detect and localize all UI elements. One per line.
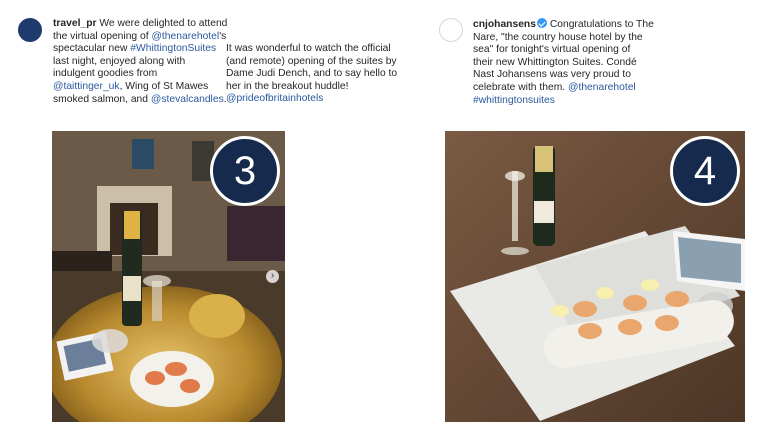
caption-link[interactable]: #whittingtonsuites [473,95,555,106]
post2-photo[interactable]: 4 [445,131,745,422]
caption-line: sea" for tonight's virtual opening of [473,44,673,57]
caption-text: spectacular new [53,43,131,55]
caption-text: the virtual opening of [53,30,152,42]
caption-text: sea" for tonight's virtual opening of [473,44,631,56]
caption-text: their new Whittington Suites. Condé [473,56,637,68]
caption-text: 's [219,30,227,42]
caption-line: #whittingtonsuites [473,95,673,108]
verified-badge-icon [536,18,547,28]
caption-line: indulgent goodies from [53,68,228,81]
caption-text: celebrate with them. [473,81,569,93]
caption-text: last night, enjoyed along with [53,55,186,67]
caption-text: Nare, "the country house hotel by the [473,31,643,43]
caption-line: smoked salmon, and @stevalcandles. [53,94,228,107]
post1-photo[interactable]: 3 › [52,131,285,422]
caption-text: We were delighted to attend [96,18,228,29]
post1-number-badge: 3 [210,136,280,206]
caption-line: last night, enjoyed along with [53,56,228,69]
caption-line: her in the breakout huddle! [226,81,411,94]
caption-line: their new Whittington Suites. Condé [473,57,673,70]
caption-line: Nast Johansens was very proud to [473,69,673,82]
caption-link[interactable]: @thenarehotel [568,82,636,93]
caption-text: Congratulations to The [546,19,654,30]
caption-text: Nast Johansens was very proud to [473,69,631,81]
caption-line: cnjohansens Congratulations to The [473,18,673,32]
post1-caption-col2: It was wonderful to watch the official (a… [226,43,411,106]
post2-number-badge: 4 [670,136,740,206]
cnjohansens-avatar[interactable] [439,18,463,42]
caption-line: Nare, "the country house hotel by the [473,32,673,45]
caption-line: spectacular new #WhittingtonSuites [53,43,228,56]
travel-pr-avatar[interactable] [18,18,42,42]
caption-line: Dame Judi Dench, and to say hello to [226,68,411,81]
caption-username[interactable]: travel_pr [53,18,97,29]
post2-caption: cnjohansens Congratulations to The Nare, … [473,18,673,107]
caption-text: smoked salmon, and [53,93,151,105]
caption-link[interactable]: @stevalcandles [151,94,224,105]
caption-line: @prideofbritainhotels [226,93,411,106]
caption-text: It was wonderful to watch the official [226,43,391,54]
caption-link[interactable]: @prideofbritainhotels [226,93,323,104]
caption-line: @taittinger_uk, Wing of St Mawes [53,81,228,94]
caption-line: the virtual opening of @thenarehotel's [53,31,228,44]
caption-line: travel_pr We were delighted to attend [53,18,228,31]
caption-text: Dame Judi Dench, and to say hello to [226,68,398,80]
caption-link[interactable]: @taittinger_uk [53,81,120,92]
caption-line: (and remote) opening of the suites by [226,56,411,69]
caption-link[interactable]: #WhittingtonSuites [130,43,216,54]
caption-line: It was wonderful to watch the official [226,43,411,56]
carousel-next-arrow-icon[interactable]: › [266,270,279,283]
caption-text: (and remote) opening of the suites by [226,55,397,67]
caption-text: her in the breakout huddle! [226,80,349,92]
caption-text: , Wing of St Mawes [119,80,209,92]
caption-username[interactable]: cnjohansens [473,19,536,30]
caption-link[interactable]: @thenarehotel [151,31,219,42]
caption-text: indulgent goodies from [53,68,158,80]
post1-caption-col1: travel_pr We were delighted to attend the… [53,18,228,106]
caption-line: celebrate with them. @thenarehotel [473,82,673,95]
